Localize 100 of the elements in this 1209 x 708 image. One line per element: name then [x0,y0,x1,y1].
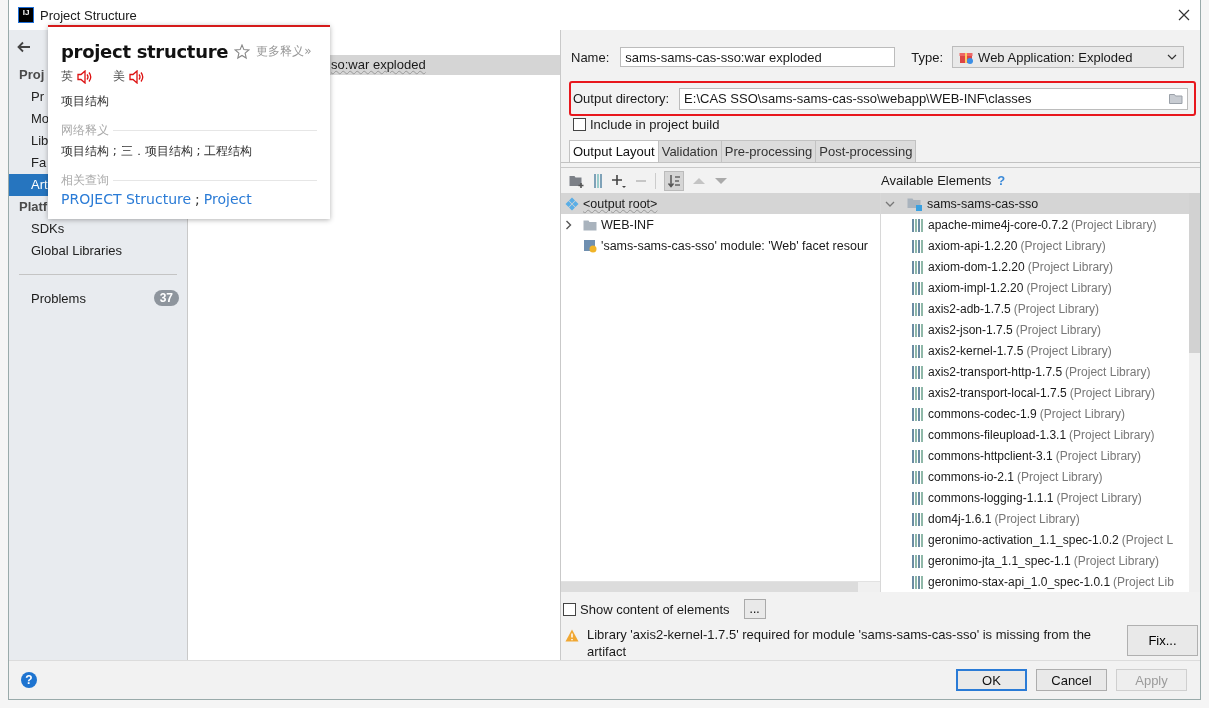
chevron-right-icon[interactable] [565,219,573,230]
library-row[interactable]: axis2-transport-local-1.7.5 (Project Library) [881,382,1189,403]
library-row[interactable]: commons-codec-1.9 (Project Library) [881,403,1189,424]
module-folder-icon [907,196,923,211]
field-label: Type: [911,49,944,65]
library-icon [911,238,925,253]
window-title: Project Structure [40,7,137,23]
library-row[interactable]: axis2-adb-1.7.5 (Project Library) [881,298,1189,319]
library-icon [911,364,925,379]
library-icon [911,406,925,421]
folder-icon[interactable] [1169,93,1183,104]
name-field[interactable]: sams-sams-cas-sso:war exploded [620,47,896,67]
problems-item[interactable]: Problems 37 [9,287,187,309]
library-icon [911,217,925,232]
module-icon [583,238,597,253]
separator-text: ; [195,191,200,207]
speaker-icon[interactable] [77,69,93,84]
star-icon[interactable] [234,43,251,60]
related-link[interactable]: PROJECT Structure [61,191,192,207]
add-icon[interactable] [611,172,627,189]
library-icon [911,427,925,442]
tab[interactable]: Pre-processing [720,140,817,163]
section-heading: 网络释义 [61,122,109,139]
library-row[interactable]: commons-logging-1.1.1 (Project Library) [881,487,1189,508]
tree-row[interactable]: WEB-INF [561,214,880,235]
warning-icon [565,629,579,642]
library-icon [911,553,925,568]
back-arrow-icon[interactable] [17,41,31,53]
tree-row[interactable]: <output root> [561,193,880,214]
new-folder-icon[interactable] [569,173,585,188]
library-icon [911,511,925,526]
pronunciation-label: 英 [61,68,73,85]
checkbox-label: Include in project build [590,117,720,133]
library-row[interactable]: axis2-kernel-1.7.5 (Project Library) [881,340,1189,361]
library-row[interactable]: commons-io-2.1 (Project Library) [881,466,1189,487]
diamond-icon [565,196,579,211]
panel-heading: Available Elements [881,173,992,188]
sidebar-item[interactable]: SDKs [9,218,187,240]
close-icon[interactable] [1178,9,1190,21]
library-row[interactable]: geronimo-stax-api_1.0_spec-1.0.1 (Project Lib [881,571,1189,592]
pronunciation-label: 美 [113,68,125,85]
library-icon [911,301,925,316]
tree-row[interactable]: 'sams-sams-cas-sso' module: 'Web' facet resour [561,235,880,256]
section-heading: Platf [19,198,48,216]
library-icon [911,280,925,295]
move-up-icon [692,176,706,185]
help-icon[interactable]: ? [21,672,37,688]
dialog-button: Apply [1116,669,1187,691]
library-icon [911,574,925,589]
output-directory-field[interactable]: E:\CAS SSO\sams-sams-cas-sso\webapp\WEB-INF\classes [679,87,1188,110]
warning-message: Library 'axis2-kernel-1.7.5' required for module 'sams-sams-cas-sso' is missing from the artifact [587,626,1093,660]
gift-box-icon [959,50,974,64]
library-icon [911,490,925,505]
more-button[interactable]: ... [743,599,766,619]
scrollbar-thumb[interactable] [1189,193,1200,353]
web-meaning-text: 项目结构 ; 三．项目结构 ; 工程结构 [61,143,254,160]
app-logo: IJ [18,7,34,23]
library-row[interactable]: geronimo-activation_1.1_spec-1.0.2 (Project L [881,529,1189,550]
sort-button[interactable] [664,170,684,191]
tab[interactable]: Validation [657,140,722,163]
tab[interactable]: Post-processing [815,140,917,163]
library-row[interactable]: axiom-api-1.2.20 (Project Library) [881,235,1189,256]
library-row[interactable]: axis2-transport-http-1.7.5 (Project Library) [881,361,1189,382]
tree-row[interactable]: sams-sams-cas-sso [881,193,1189,214]
tab[interactable]: Output Layout [569,140,659,163]
count-badge: 37 [153,290,179,306]
dialog-button[interactable]: Cancel [1036,669,1107,691]
related-link[interactable]: Project [203,191,252,207]
section-heading: 相关查询 [61,172,109,189]
chevron-down-icon [1167,54,1178,60]
speaker-icon[interactable] [129,69,145,84]
library-row[interactable]: commons-fileupload-1.3.1 (Project Library) [881,424,1189,445]
library-row[interactable]: apache-mime4j-core-0.7.2 (Project Library) [881,214,1189,235]
library-row[interactable]: axiom-impl-1.2.20 (Project Library) [881,277,1189,298]
problems-label: Problems [31,290,86,306]
library-icon [911,343,925,358]
type-dropdown[interactable]: Web Application: Exploded [952,46,1185,68]
sidebar-item[interactable]: Global Libraries [9,240,187,262]
field-label: Output directory: [573,91,670,106]
library-icon [911,385,925,400]
checkbox[interactable] [563,602,576,616]
folder-icon [583,218,597,231]
library-row[interactable]: geronimo-jta_1.1_spec-1.1 (Project Library) [881,550,1189,571]
scrollbar-thumb[interactable] [561,582,858,592]
library-icon [911,322,925,337]
checkbox-label: Show content of elements [580,601,730,617]
sort-icon [667,173,681,188]
library-row[interactable]: dom4j-1.6.1 (Project Library) [881,508,1189,529]
library-row[interactable]: commons-httpclient-3.1 (Project Library) [881,445,1189,466]
move-down-icon [714,176,728,185]
library-row[interactable]: axiom-dom-1.2.20 (Project Library) [881,256,1189,277]
library-row[interactable]: axis2-json-1.7.5 (Project Library) [881,319,1189,340]
meaning-text: 项目结构 [61,93,110,110]
library-icon [911,259,925,274]
dialog-button[interactable]: OK [956,669,1027,691]
fix-button[interactable]: Fix... [1127,625,1198,656]
checkbox[interactable] [573,118,586,132]
field-label: Name: [571,49,610,65]
library-icon [911,448,925,463]
section-heading: Proj [19,66,45,84]
